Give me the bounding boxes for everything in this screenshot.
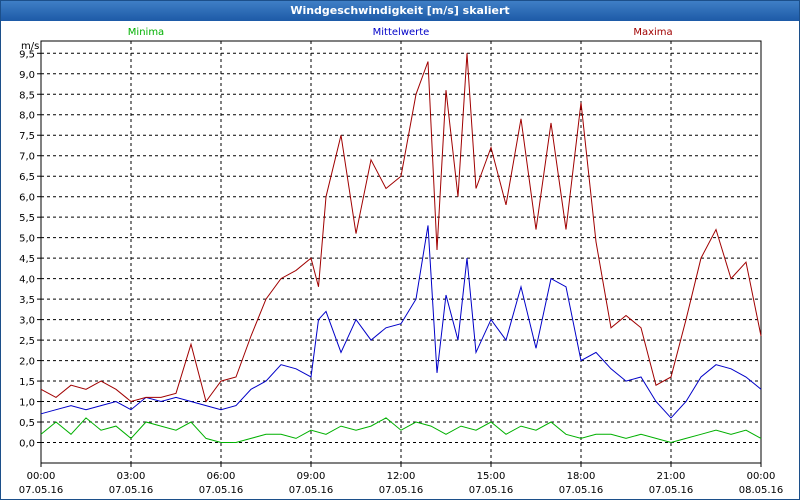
x-tick-date: 07.05.16	[289, 485, 334, 496]
x-tick-time: 03:00	[117, 471, 146, 482]
x-tick-date: 07.05.16	[19, 485, 64, 496]
x-tick-time: 00:00	[747, 471, 776, 482]
x-tick-date: 07.05.16	[649, 485, 694, 496]
y-tick-label: 0,5	[19, 418, 35, 429]
wind-speed-chart: 0,0 0,5 1,0 1,5 2,0 2,5 3,0 3,5 4,0 4,5 5,0 5,5 6,0 6…	[19, 27, 784, 496]
y-tick-label: 0,0	[19, 439, 35, 450]
chart-window: Windgeschwindigkeit [m/s] skaliert 0,0 0,…	[0, 0, 800, 500]
y-tick-label: 4,5	[19, 254, 35, 265]
x-tick-date: 07.05.16	[199, 485, 244, 496]
y-tick-label: 4,0	[19, 275, 35, 286]
y-tick-label: 7,5	[19, 131, 35, 142]
x-tick-date: 07.05.16	[109, 485, 154, 496]
legend-mittelwerte: Mittelwerte	[373, 27, 430, 38]
y-tick-label: 8,5	[19, 90, 35, 101]
x-tick-date: 07.05.16	[379, 485, 424, 496]
x-tick-time: 21:00	[657, 471, 686, 482]
y-tick-label: 8,0	[19, 111, 35, 122]
y-tick-label: 6,5	[19, 172, 35, 183]
y-tick-label: 3,0	[19, 316, 35, 327]
legend-minima: Minima	[128, 27, 164, 38]
x-tick-time: 06:00	[207, 471, 236, 482]
y-tick-label: 2,0	[19, 357, 35, 368]
window-title: Windgeschwindigkeit [m/s] skaliert	[1, 1, 799, 21]
y-tick-label: 6,0	[19, 193, 35, 204]
y-axis-label: m/s	[21, 41, 39, 52]
y-tick-label: 1,0	[19, 398, 35, 409]
y-tick-label: 1,5	[19, 377, 35, 388]
y-tick-label: 5,5	[19, 213, 35, 224]
x-tick-date: 07.05.16	[469, 485, 514, 496]
x-tick-date: 07.05.16	[559, 485, 604, 496]
y-tick-label: 2,5	[19, 336, 35, 347]
x-tick-time: 00:00	[27, 471, 56, 482]
x-tick-time: 15:00	[477, 471, 506, 482]
y-tick-label: 9,0	[19, 70, 35, 81]
x-tick-date: 08.05.16	[739, 485, 784, 496]
y-tick-label: 7,0	[19, 152, 35, 163]
legend-maxima: Maxima	[633, 27, 672, 38]
x-tick-time: 12:00	[387, 471, 416, 482]
x-tick-time: 18:00	[567, 471, 596, 482]
x-tick-time: 09:00	[297, 471, 326, 482]
y-tick-label: 3,5	[19, 295, 35, 306]
y-tick-label: 5,0	[19, 234, 35, 245]
